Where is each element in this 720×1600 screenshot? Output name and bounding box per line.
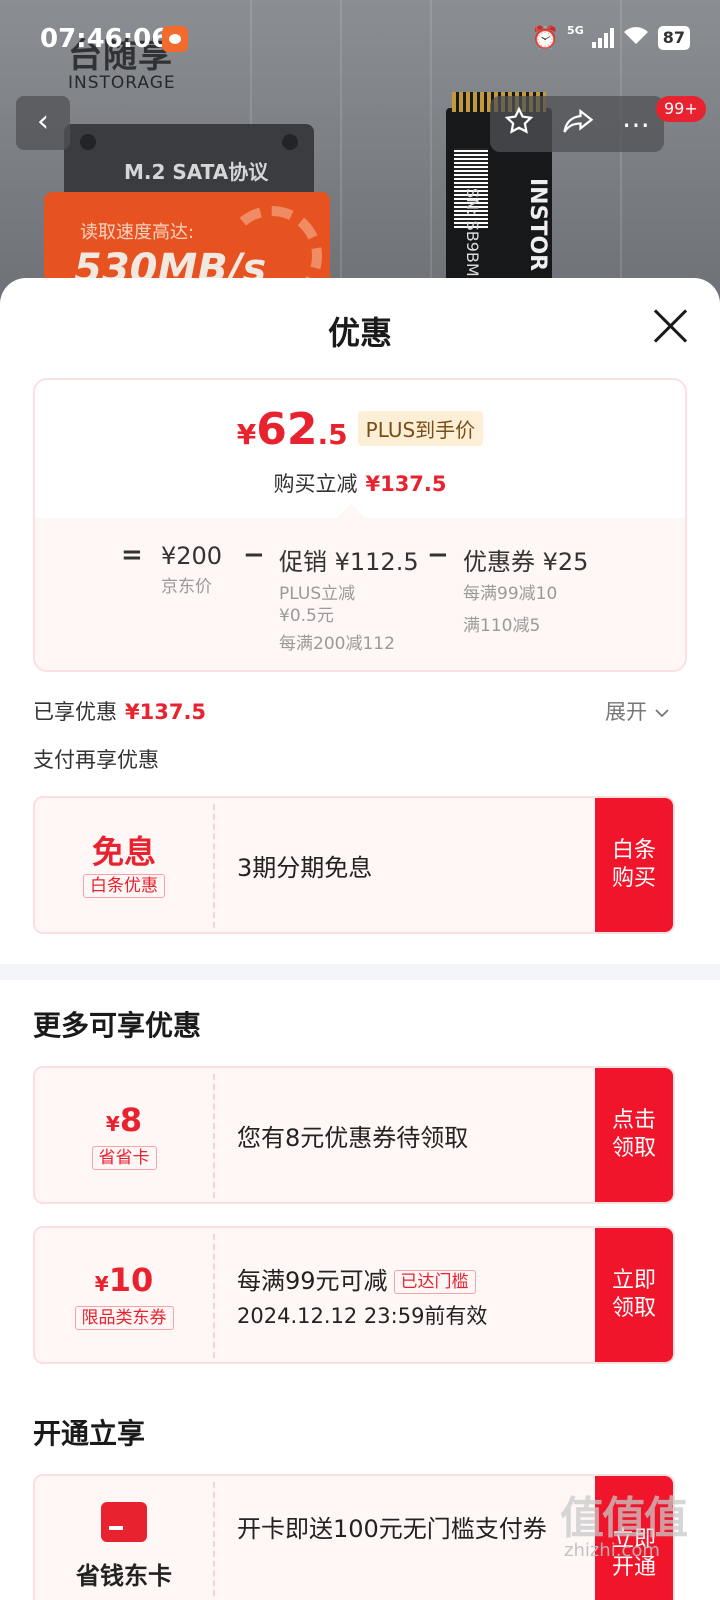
watermark-sub: zhizhi.com [564,1540,660,1561]
status-time: 07:46:06 [40,24,170,54]
claim-now-button[interactable]: 立即 领取 [595,1228,673,1362]
plus-price-tag: PLUS到手价 [357,411,484,446]
category-coupon-tag: 限品类东券 [74,1306,174,1330]
category-coupon-desc: 每满99元可减 [237,1266,388,1295]
more-discount-title: 更多可享优惠 [33,1009,202,1042]
battery-icon: 87 [657,26,690,50]
open-enjoy-title: 开通立享 [33,1417,146,1450]
membership-name: 省钱东卡 [76,1562,172,1590]
purchase-reduction: 购买立减 ¥137.5 [273,472,447,496]
baitiao-buy-button[interactable]: 白条 购买 [595,798,673,932]
category-coupon: ¥10 限品类东券 每满99元可减 已达门槛 2024.12.12 23:59前有… [33,1226,675,1364]
final-price: ¥62.5 PLUS到手价 [35,408,685,452]
app-notification-icon [162,26,188,52]
chevron-down-icon [654,700,670,724]
baitiao-title: 免息 [91,833,156,871]
minus-sign: − [427,540,449,570]
sheet-title: 优惠 [327,314,392,352]
threshold-met-badge: 已达门槛 [393,1269,476,1294]
expand-button[interactable]: 展开 [605,696,670,726]
protocol-plate: M.2 SATA协议 [64,124,314,200]
baitiao-desc: 3期分期免息 [237,853,373,882]
credit-card-icon [101,1502,147,1542]
close-icon[interactable] [650,306,690,346]
promo-discount: 促销 ¥112.5 PLUS立减 ¥0.5元 每满200减112 [279,548,419,654]
membership-desc: 开卡即送100元无门槛支付券 [237,1515,547,1543]
coupon-discount: 优惠券 ¥25 每满99减10 满110减5 [463,548,589,636]
share-icon[interactable] [562,106,594,143]
coupon-validity: 2024.12.12 23:59前有效 [237,1303,488,1328]
network-type: 5G [567,23,584,37]
equals-sign: = [121,540,143,570]
star-icon[interactable] [504,106,534,143]
saver-card-value: ¥8 [105,1101,143,1139]
nav-actions: ⋯ [490,96,664,152]
baitiao-tag: 白条优惠 [83,874,165,898]
more-icon[interactable]: ⋯ [622,108,650,141]
message-badge: 99+ [656,96,706,122]
saver-card-tag: 省省卡 [91,1146,157,1170]
baitiao-card: 免息 白条优惠 3期分期免息 白条 购买 [33,796,675,934]
saver-card-desc: 您有8元优惠券待领取 [237,1123,469,1152]
minus-sign: − [243,540,265,570]
back-button[interactable]: ‹ [16,96,70,150]
category-coupon-value: ¥10 [94,1261,154,1299]
pay-more-title: 支付再享优惠 [33,748,159,772]
price-card: ¥62.5 PLUS到手价 购买立减 ¥137.5 = ¥200 京东价 − 促销… [33,378,687,672]
watermark: 值值值 [560,1493,688,1544]
claim-button[interactable]: 点击 领取 [595,1068,673,1202]
chevron-left-icon: ‹ [37,104,49,139]
saver-card-coupon: ¥8 省省卡 您有8元优惠券待领取 点击 领取 [33,1066,675,1204]
jd-price: ¥200 京东价 [161,542,223,597]
enjoyed-discount: 已享优惠 ¥137.5 [33,700,207,724]
status-bar: 07:46:06 ⏰ 5G 87 [0,20,720,60]
signal-icon [591,28,614,48]
discount-sheet: 优惠 ¥62.5 PLUS到手价 购买立减 ¥137.5 = ¥200 京东价 −… [0,278,720,1600]
wifi-icon [622,24,650,52]
alarm-icon: ⏰ [531,25,560,51]
